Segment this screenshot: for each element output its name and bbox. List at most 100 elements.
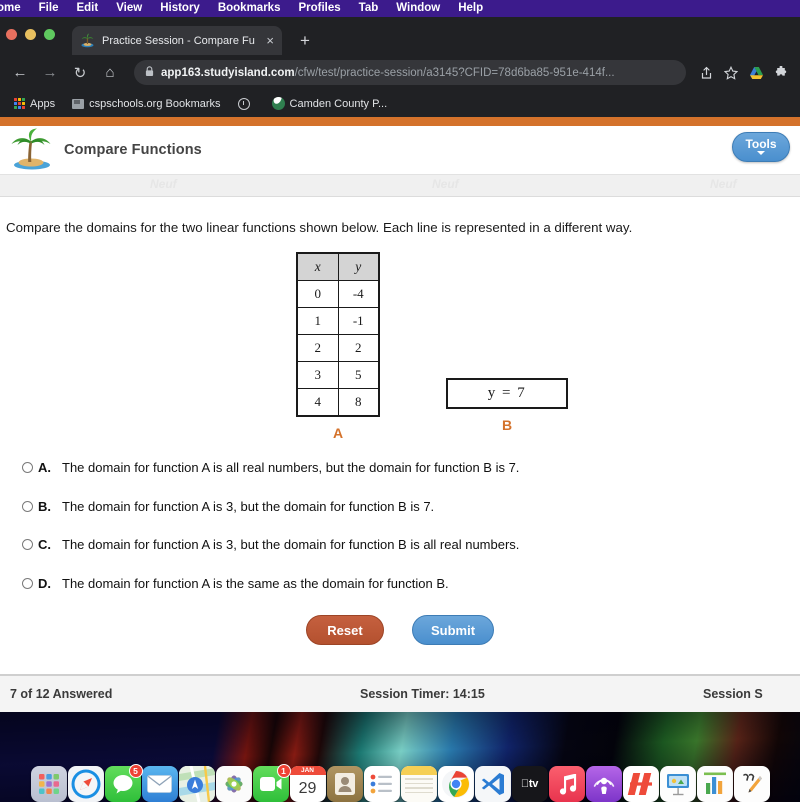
bookmark-cspschools[interactable]: cspschools.org Bookmarks (65, 96, 227, 112)
answer-choice-b[interactable]: B. The domain for function A is 3, but t… (22, 499, 800, 516)
close-tab-button[interactable]: × (266, 34, 274, 47)
extensions-puzzle-icon[interactable] (770, 62, 792, 84)
bookmark-camden-county-label: Camden County P... (289, 97, 388, 110)
dock-appletv[interactable]: tv (511, 766, 548, 802)
choice-letter-b: B. (38, 498, 51, 514)
radio-button-c[interactable] (22, 539, 33, 551)
menu-edit[interactable]: Edit (67, 0, 107, 17)
menu-tab[interactable]: Tab (350, 0, 388, 17)
cell-x: 1 (296, 307, 339, 336)
figure-b: y = 7 B (446, 377, 568, 433)
session-score: Session S (703, 687, 763, 701)
bookmark-history[interactable] (231, 96, 262, 112)
answer-choice-d[interactable]: D. The domain for function A is the same… (22, 576, 800, 593)
maximize-window-button[interactable] (44, 29, 55, 40)
apps-grid-icon (14, 98, 25, 109)
url-host: app163.studyisland.com (161, 66, 295, 79)
bookmark-apps-label: Apps (30, 97, 56, 110)
radio-button-a[interactable] (22, 461, 33, 473)
submit-button[interactable]: Submit (411, 615, 495, 646)
cell-y: -1 (337, 307, 380, 336)
page-title: Compare Functions (64, 142, 202, 158)
browser-tab[interactable]: Practice Session - Compare Fu × (72, 26, 282, 55)
table-row: 1 -1 (296, 307, 380, 336)
home-button[interactable]: ⌂ (98, 61, 122, 85)
menu-view[interactable]: View (107, 0, 151, 17)
dock-news[interactable] (622, 766, 659, 802)
figure-a-label: A (332, 424, 344, 441)
dock-contacts[interactable] (326, 766, 363, 802)
dock-reminders[interactable] (363, 766, 400, 802)
reload-button[interactable]: ↻ (68, 61, 92, 85)
browser-toolbar: ← → ↻ ⌂ app163.studyisland.com/cfw/test/… (0, 55, 800, 90)
menu-bookmarks[interactable]: Bookmarks (209, 0, 290, 17)
radio-button-d[interactable] (22, 578, 33, 590)
dock-photos[interactable] (215, 766, 252, 802)
menu-profiles[interactable]: Profiles (289, 0, 349, 17)
action-buttons: Reset Submit (0, 615, 800, 646)
tab-title: Practice Session - Compare Fu (102, 34, 255, 47)
bookmark-apps[interactable]: Apps (7, 96, 62, 112)
question-body: Compare the domains for the two linear f… (0, 197, 800, 646)
back-button[interactable]: ← (8, 61, 32, 85)
chevron-down-icon (757, 151, 765, 155)
radio-button-b[interactable] (22, 500, 33, 512)
status-bar: 7 of 12 Answered Session Timer: 14:15 Se… (0, 674, 800, 712)
dock-mail[interactable] (141, 766, 178, 802)
share-icon[interactable] (695, 62, 717, 84)
dock-chrome[interactable] (437, 766, 474, 802)
choice-letter-c: C. (38, 537, 51, 553)
watermark-3: Neuf (710, 177, 737, 191)
table-row: 0 -4 (296, 280, 380, 309)
dock-numbers[interactable] (696, 766, 733, 802)
table-row: 4 8 (296, 388, 380, 417)
bookmark-camden-county[interactable]: Camden County P... (265, 95, 395, 112)
bookmark-star-icon[interactable] (720, 62, 742, 84)
calendar-month: JAN (300, 767, 314, 774)
forward-button[interactable]: → (38, 61, 62, 85)
cell-x: 2 (296, 334, 339, 363)
function-a-table: x y 0 -4 1 -1 2 2 3 5 4 8 (296, 251, 380, 417)
window-controls (6, 29, 55, 40)
session-timer: Session Timer: 14:15 (360, 687, 485, 701)
new-tab-button[interactable]: + (300, 32, 310, 49)
menu-window[interactable]: Window (387, 0, 449, 17)
address-bar[interactable]: app163.studyisland.com/cfw/test/practice… (134, 60, 686, 85)
function-b-equation: y = 7 (446, 377, 568, 409)
tools-button[interactable]: Tools (732, 132, 790, 162)
menu-help[interactable]: Help (449, 0, 492, 17)
dock-maps[interactable] (178, 766, 215, 802)
minimize-window-button[interactable] (25, 29, 36, 40)
bookmark-cspschools-label: cspschools.org Bookmarks (89, 97, 221, 110)
menu-file[interactable]: File (30, 0, 68, 17)
dock-facetime[interactable]: 1 (252, 764, 291, 802)
answer-choice-c[interactable]: C. The domain for function A is 3, but t… (22, 537, 800, 554)
dock-podcasts[interactable] (585, 766, 622, 802)
answer-choice-a[interactable]: A. The domain for function A is all real… (22, 460, 800, 477)
dock-vscode[interactable] (474, 766, 511, 802)
cell-x: 0 (296, 280, 339, 309)
cell-y: -4 (337, 280, 380, 309)
dock-notes[interactable] (400, 766, 437, 802)
reset-button[interactable]: Reset (305, 615, 384, 646)
dock-launchpad[interactable] (30, 766, 67, 802)
dock-keynote[interactable] (659, 766, 696, 802)
dock-messages[interactable]: 5 (104, 764, 143, 802)
dock-calendar[interactable]: JAN 29 (289, 766, 326, 802)
close-window-button[interactable] (6, 29, 17, 40)
appletv-glyph: tv (521, 778, 538, 790)
cell-y: 2 (337, 334, 380, 363)
menu-history[interactable]: History (151, 0, 209, 17)
macos-menu-bar: ome File Edit View History Bookmarks Pro… (0, 0, 800, 17)
menu-chrome[interactable]: ome (0, 0, 30, 17)
browser-window: Practice Session - Compare Fu × + ← → ↻ … (0, 17, 800, 117)
choice-text-c: The domain for function A is 3, but the … (62, 537, 520, 553)
dock-pages[interactable] (733, 766, 770, 802)
watermark-2: Neuf (432, 177, 459, 191)
drive-extension-icon[interactable] (745, 62, 767, 84)
bookmarks-bar: Apps cspschools.org Bookmarks Camden Cou… (0, 90, 800, 117)
dock-music[interactable] (548, 766, 585, 802)
macos-dock: 5 1 JAN 29 tv (0, 762, 800, 802)
desktop: 5 1 JAN 29 tv (0, 712, 800, 802)
dock-safari[interactable] (67, 766, 104, 802)
